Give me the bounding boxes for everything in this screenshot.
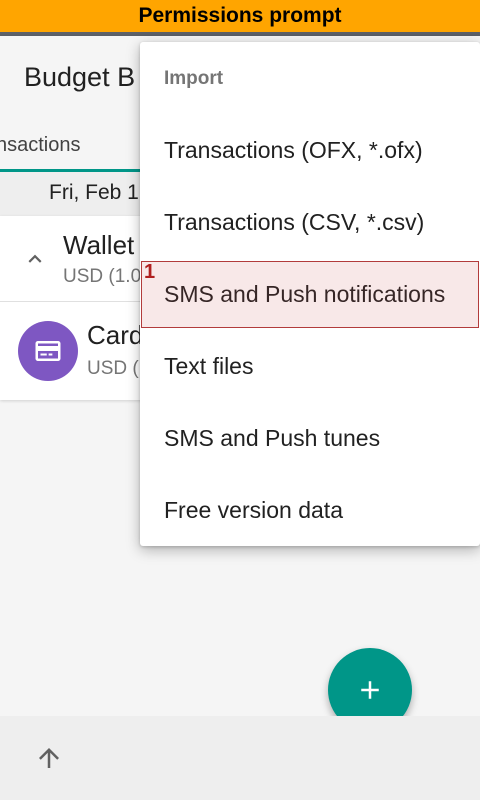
chevron-up-icon[interactable] bbox=[22, 246, 48, 272]
credit-card-icon bbox=[35, 341, 61, 361]
arrow-up-icon[interactable] bbox=[34, 742, 64, 774]
import-menu: Import Transactions (OFX, *.ofx) Transac… bbox=[140, 42, 480, 546]
menu-header: Import bbox=[164, 68, 224, 89]
menu-item-text-files[interactable]: Text files bbox=[140, 330, 480, 402]
menu-item-ofx[interactable]: Transactions (OFX, *.ofx) bbox=[140, 114, 480, 186]
permissions-prompt-banner: Permissions prompt bbox=[0, 0, 480, 32]
page-title: Budget B bbox=[24, 62, 136, 92]
account-name: Card bbox=[87, 320, 144, 350]
menu-item-sms-push-tunes[interactable]: SMS and Push tunes bbox=[140, 402, 480, 474]
menu-item-free-version-data[interactable]: Free version data bbox=[140, 474, 480, 546]
tab-transactions[interactable]: nsactions bbox=[0, 134, 81, 157]
date-label: Fri, Feb 1 bbox=[49, 181, 139, 204]
account-currency: USD ( bbox=[87, 358, 139, 379]
plus-icon bbox=[361, 681, 379, 699]
bottom-bar bbox=[0, 716, 480, 800]
avatar bbox=[18, 321, 78, 381]
account-name: Wallet bbox=[63, 230, 135, 260]
menu-item-sms-push-notifications[interactable]: SMS and Push notifications bbox=[140, 258, 480, 330]
account-currency: USD (1.0 bbox=[63, 266, 142, 287]
menu-item-csv[interactable]: Transactions (CSV, *.csv) bbox=[140, 186, 480, 258]
